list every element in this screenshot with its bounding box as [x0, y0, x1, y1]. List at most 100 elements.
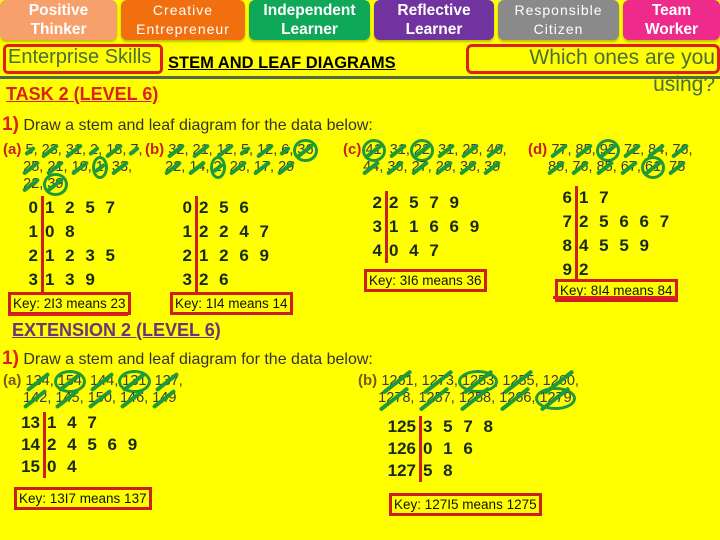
stem: 7	[562, 212, 572, 231]
stem-leaf-ext-b: 125 3 5 7 8 126 0 1 6 127 5 8	[384, 416, 496, 482]
data-list-b: (b) 32, 21, 12, 5, 12, 6, 36, 22, 14, 2,…	[145, 139, 318, 179]
stem-divider	[385, 191, 388, 263]
crossed-value: 144	[90, 373, 115, 389]
crossed-value: 142	[23, 390, 48, 406]
crossed-value: 40	[486, 142, 503, 158]
leaves: 2 5 6	[199, 198, 252, 217]
circled-value: 39	[43, 173, 68, 196]
leaves: 0 4	[47, 457, 80, 476]
stem-leaf-row: 0 2 5 6	[178, 196, 272, 220]
skill-line2: Learner	[405, 21, 463, 38]
crossed-value: 22	[23, 176, 40, 192]
crossed-value: 150	[87, 390, 112, 406]
crossed-value: 31	[438, 142, 455, 158]
leaves: 0 1 6	[423, 439, 476, 458]
stem-divider	[419, 416, 422, 482]
stem-divider	[43, 412, 46, 478]
leaves: 3 5 7 8	[423, 417, 496, 436]
circled-value: 36	[293, 139, 318, 162]
leaves: 2 6	[199, 270, 232, 289]
leaves: 1 4 7	[47, 413, 100, 432]
part-label: (a)	[3, 141, 26, 158]
circled-value: 41	[361, 139, 386, 162]
leaves: 1 7	[579, 188, 612, 207]
stem-leaf-row: 125 3 5 7 8	[384, 416, 496, 438]
stem-leaf-row: 2 1 2 3 5	[26, 244, 118, 268]
skill-line1: Team	[651, 2, 692, 19]
stem: 6	[562, 188, 572, 207]
extension-question: 1) Draw a stem and leaf diagram for the …	[2, 348, 373, 370]
leaves: 2 5 7 9	[389, 193, 462, 212]
stem-leaf-row: 13 1 4 7	[18, 412, 140, 434]
skill-positive-thinker[interactable]: Positive Thinker	[0, 0, 117, 40]
crossed-value: 72	[623, 142, 641, 158]
leaves: 4 5 5 9	[579, 236, 652, 255]
key-a: Key: 2I3 means 23	[8, 292, 131, 315]
crossed-value: 21	[192, 142, 209, 158]
leaves: 0 4 7	[389, 241, 442, 260]
crossed-value: 29	[435, 159, 452, 175]
skill-line1: Creative	[152, 2, 214, 18]
stem: 3	[372, 217, 382, 236]
skill-creative-entrepreneur[interactable]: Creative Entrepreneur	[121, 0, 245, 40]
skill-line1: Reflective	[397, 2, 471, 19]
stem-leaf-row: 15 0 4	[18, 456, 140, 478]
stem: 127	[387, 461, 416, 480]
stem: 0	[28, 198, 38, 217]
skill-independent-learner[interactable]: Independent Learner	[249, 0, 370, 40]
crossed-value: 17	[253, 159, 271, 175]
key-ext-a: Key: 13I7 means 137	[14, 487, 152, 510]
leaves: 1 2 6 9	[199, 246, 272, 265]
stem: 2	[28, 246, 38, 265]
crossed-value: 44	[363, 159, 380, 175]
stem: 1	[28, 222, 38, 241]
crossed-value: 12	[257, 142, 274, 158]
crossed-value: 5	[240, 142, 250, 158]
crossed-value: 76	[572, 159, 589, 175]
leaves: 0 8	[45, 222, 78, 241]
circled-value: 131	[118, 370, 151, 393]
header-divider	[0, 76, 720, 79]
crossed-value: 36	[459, 159, 477, 175]
stem-leaf-b: 0 2 5 6 1 2 2 4 7 2 1 2 6 9 3 2 6	[178, 196, 272, 292]
skill-line2: Learner	[281, 21, 338, 38]
stem: 125	[387, 417, 416, 436]
crossed-value: 75	[669, 159, 686, 175]
key-b: Key: 1I4 means 14	[170, 292, 293, 315]
skill-team-worker[interactable]: Team Worker	[623, 0, 720, 40]
stem-leaf-d: 61 772 5 6 6 784 5 5 992	[560, 186, 672, 282]
stem-leaf-row: 127 5 8	[384, 460, 496, 482]
crossed-value: 10	[71, 159, 88, 175]
stem-leaf-row: 2 1 2 6 9	[178, 244, 272, 268]
crossed-value: 36	[387, 159, 404, 175]
question-instruction: Draw a stem and leaf diagram for the dat…	[23, 351, 373, 368]
crossed-value: 1257	[418, 390, 451, 406]
stem-divider	[41, 196, 44, 292]
crossed-value: 33	[111, 159, 129, 175]
data-list-a: (a) 5, 23, 31, 2, 18, 7, 25, 21, 10, 1, …	[3, 141, 143, 196]
crossed-value: 31	[65, 142, 82, 158]
stem-leaf-row: 1 0 8	[26, 220, 118, 244]
crossed-value: 22	[165, 159, 182, 175]
question-number: 1)	[2, 348, 19, 369]
part-label: (d)	[528, 141, 552, 158]
which-prompt: Which ones are you using?	[529, 46, 715, 96]
leaves: 1 3 9	[45, 270, 98, 289]
crossed-value: 7	[130, 142, 139, 158]
crossed-value: 76	[672, 142, 689, 158]
skill-line1: Responsible	[514, 2, 603, 18]
skill-reflective-learner[interactable]: Reflective Learner	[374, 0, 494, 40]
crossed-value: 1273	[421, 373, 454, 389]
extension-heading: EXTENSION 2 (LEVEL 6)	[12, 320, 221, 340]
circled-value: 61	[640, 156, 666, 179]
stem-leaf-row: 14 2 4 5 6 9	[18, 434, 140, 456]
crossed-value: 23	[41, 142, 58, 158]
skill-line2: Thinker	[30, 21, 87, 38]
stem: 2	[372, 193, 382, 212]
crossed-value: 32	[168, 142, 185, 158]
stem: 8	[562, 236, 572, 255]
crossed-value: 77	[551, 142, 568, 158]
key-ext-b: Key: 127I5 means 1275	[389, 493, 542, 516]
leaves: 5 8	[423, 461, 456, 480]
skill-responsible-citizen[interactable]: Responsible Citizen	[498, 0, 619, 40]
